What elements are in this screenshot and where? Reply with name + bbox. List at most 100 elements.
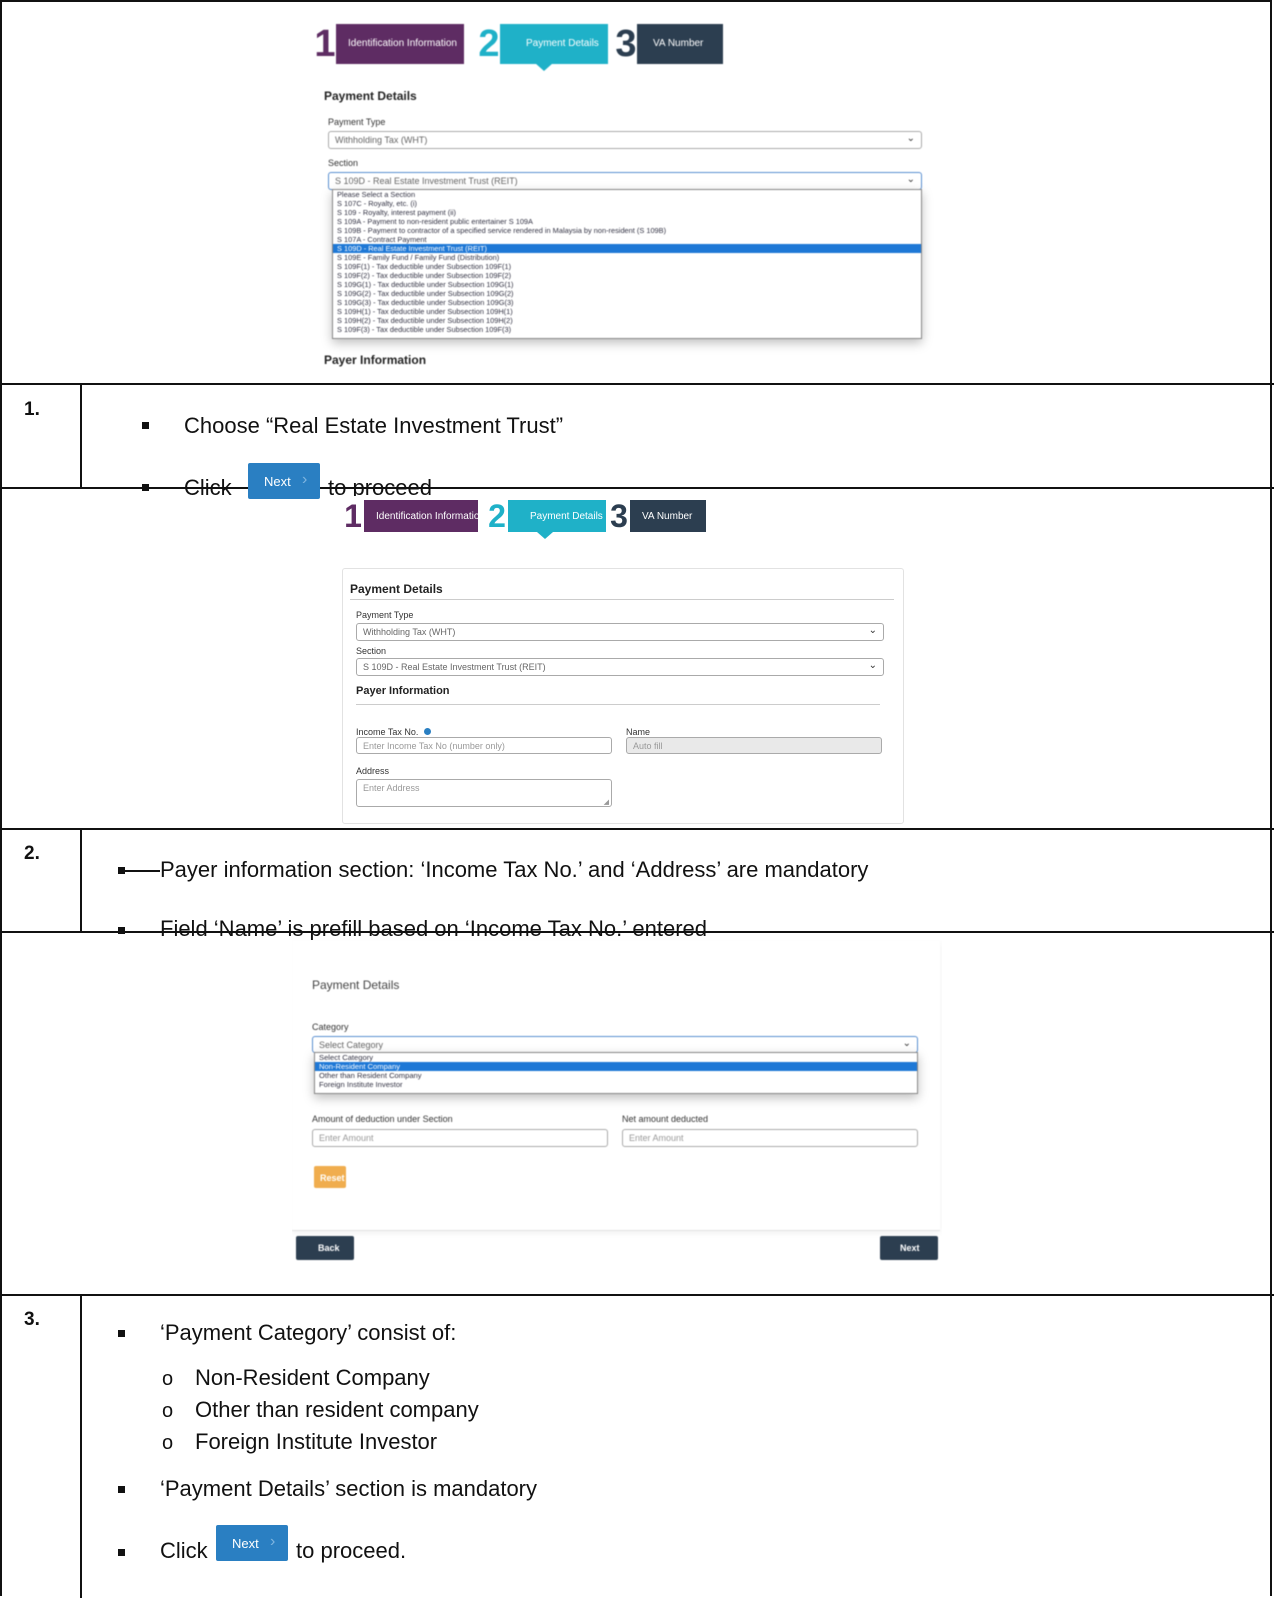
- sub-bullet-marker: o: [162, 1368, 174, 1390]
- section-option[interactable]: S 109G(2) - Tax deductible under Subsect…: [333, 289, 921, 298]
- column-divider: [80, 1294, 82, 1598]
- section-option[interactable]: S 109F(2) - Tax deductible under Subsect…: [333, 271, 921, 280]
- screenshot-section-dropdown: 1 Identification Information 2 Payment D…: [314, 19, 937, 372]
- instruction-text: Field ‘Name’ is prefill based on ‘Income…: [160, 916, 708, 941]
- income-tax-no-label-text: Income Tax No.: [356, 727, 419, 737]
- payment-type-value: Withholding Tax (WHT): [335, 135, 428, 145]
- section-option[interactable]: S 109H(2) - Tax deductible under Subsect…: [333, 316, 921, 325]
- section-option[interactable]: S 109A - Payment to non-resident public …: [333, 217, 921, 226]
- chevron-right-icon: ›: [270, 1533, 276, 1550]
- bullet-square: [118, 1486, 125, 1493]
- category-value: Select Category: [319, 1040, 384, 1050]
- chevron-down-icon: ⌄: [906, 174, 915, 185]
- name-label: Name: [626, 727, 651, 737]
- payment-details-title: Payment Details: [350, 582, 443, 596]
- reset-button[interactable]: Reset: [314, 1166, 346, 1188]
- net-amount-input[interactable]: Enter Amount: [622, 1129, 918, 1147]
- section-option[interactable]: S 109D - Real Estate Investment Trust (R…: [333, 244, 921, 253]
- category-option-text: Non-Resident Company: [195, 1365, 430, 1390]
- instruction-click: Click: [184, 475, 232, 500]
- address-placeholder: Enter Address: [363, 783, 420, 793]
- wizard-step-number: 1: [342, 500, 364, 532]
- section-option[interactable]: S 107A - Contract Payment: [333, 235, 921, 244]
- bullet-square: [118, 927, 125, 934]
- category-dropdown-list[interactable]: Select Category Non-Resident Company Other…: [314, 1052, 918, 1094]
- section-option[interactable]: S 109B - Payment to contractor of a spec…: [333, 226, 921, 235]
- payment-type-select[interactable]: Withholding Tax (WHT) ⌄: [356, 623, 884, 641]
- wizard-step-label: Payment Details: [526, 38, 599, 49]
- column-divider: [80, 828, 82, 931]
- bullet-square: [118, 1549, 125, 1556]
- reset-button-label: Reset: [320, 1173, 345, 1183]
- amount-input[interactable]: Enter Amount: [312, 1129, 608, 1147]
- section-option[interactable]: S 109G(1) - Tax deductible under Subsect…: [333, 280, 921, 289]
- income-tax-no-input[interactable]: Enter Income Tax No (number only): [356, 737, 612, 754]
- address-label: Address: [356, 766, 390, 776]
- address-textarea[interactable]: Enter Address ◢: [356, 779, 612, 807]
- back-button-label: Back: [318, 1243, 340, 1253]
- chevron-down-icon: ⌄: [906, 133, 915, 144]
- section-option[interactable]: S 109H(1) - Tax deductible under Subsect…: [333, 307, 921, 316]
- screenshot-payment-category: Payment Details Category Select Category…: [292, 940, 942, 1290]
- next-button[interactable]: Next: [880, 1236, 938, 1260]
- category-option[interactable]: Foreign Institute Investor: [315, 1080, 917, 1089]
- bullet-square: [142, 484, 149, 491]
- income-tax-no-placeholder: Enter Income Tax No (number only): [363, 741, 505, 751]
- income-tax-no-label: Income Tax No.: [356, 727, 431, 737]
- section-option[interactable]: S 109E - Family Fund / Family Fund (Dist…: [333, 253, 921, 262]
- wizard-step-label: VA Number: [653, 38, 704, 49]
- payment-type-label: Payment Type: [356, 610, 414, 620]
- instruction-text: Payer information section: ‘Income Tax N…: [160, 857, 869, 882]
- step-number: 1.: [24, 399, 40, 420]
- section-option[interactable]: S 109F(3) - Tax deductible under Subsect…: [333, 325, 921, 334]
- section-value: S 109D - Real Estate Investment Trust (R…: [363, 662, 546, 672]
- section-select[interactable]: S 109D - Real Estate Investment Trust (R…: [356, 658, 884, 676]
- section-label: Section: [328, 158, 359, 168]
- resize-handle-icon[interactable]: ◢: [604, 798, 609, 806]
- section-option[interactable]: S 109 - Royalty, interest payment (ii): [333, 208, 921, 217]
- category-label: Category: [312, 1022, 349, 1032]
- wizard-step-3: 3 VA Number: [615, 24, 723, 64]
- info-icon[interactable]: [423, 728, 431, 735]
- section-option[interactable]: Please Select a Section: [333, 190, 921, 199]
- bullet-square: [142, 422, 149, 429]
- payment-type-value: Withholding Tax (WHT): [363, 627, 456, 637]
- bullet-square: [118, 1330, 125, 1337]
- amount-label: Amount of deduction under Section: [312, 1114, 453, 1124]
- wizard-step-label: Identification Information: [376, 511, 485, 522]
- category-option[interactable]: Non-Resident Company: [315, 1062, 917, 1071]
- category-select[interactable]: Select Category ⌄: [312, 1036, 918, 1053]
- next-button[interactable]: Next ›: [216, 1525, 288, 1561]
- wizard-step-number: 2: [486, 500, 508, 532]
- sub-bullet-marker: o: [162, 1432, 174, 1454]
- wizard-step-1: 1 Identification Information: [342, 500, 485, 532]
- wizard-step-2: 2 Payment Details: [478, 24, 608, 64]
- wizard-step-number: 3: [615, 23, 637, 65]
- section-dropdown-list[interactable]: Please Select a Section S 107C - Royalty,…: [332, 189, 922, 339]
- screenshot-payer-information: 1 Identification Information 2 Payment D…: [342, 496, 904, 824]
- wizard-step-1: 1 Identification Information: [314, 24, 464, 64]
- section-option[interactable]: S 109F(1) - Tax deductible under Subsect…: [333, 262, 921, 271]
- amount-placeholder: Enter Amount: [319, 1133, 374, 1143]
- category-option-text: Foreign Institute Investor: [195, 1429, 438, 1454]
- next-button-label: Next: [232, 1536, 259, 1551]
- section-select[interactable]: S 109D - Real Estate Investment Trust (R…: [328, 172, 922, 190]
- payment-type-label: Payment Type: [328, 117, 386, 127]
- wizard-step-number: 3: [608, 500, 630, 532]
- wizard-step-2: 2 Payment Details: [486, 500, 606, 532]
- instruction-text: ‘Payment Details’ section is mandatory: [160, 1476, 538, 1501]
- instruction-text: Choose “Real Estate Investment Trust”: [184, 413, 564, 438]
- active-step-pointer: [537, 532, 553, 539]
- connector-line: [124, 870, 160, 872]
- section-option[interactable]: S 109G(3) - Tax deductible under Subsect…: [333, 298, 921, 307]
- payer-information-heading: Payer Information: [356, 685, 450, 697]
- back-button[interactable]: Back: [296, 1236, 354, 1260]
- section-option[interactable]: S 107C - Royalty, etc. (i): [333, 199, 921, 208]
- wizard-step-label: Identification Information: [348, 38, 457, 49]
- payment-details-title: Payment Details: [324, 89, 417, 103]
- next-button[interactable]: Next ›: [248, 463, 320, 499]
- payment-type-select[interactable]: Withholding Tax (WHT) ⌄: [328, 131, 922, 149]
- category-option[interactable]: Select Category: [315, 1053, 917, 1062]
- category-option[interactable]: Other than Resident Company: [315, 1071, 917, 1080]
- step-number: 2.: [24, 843, 40, 864]
